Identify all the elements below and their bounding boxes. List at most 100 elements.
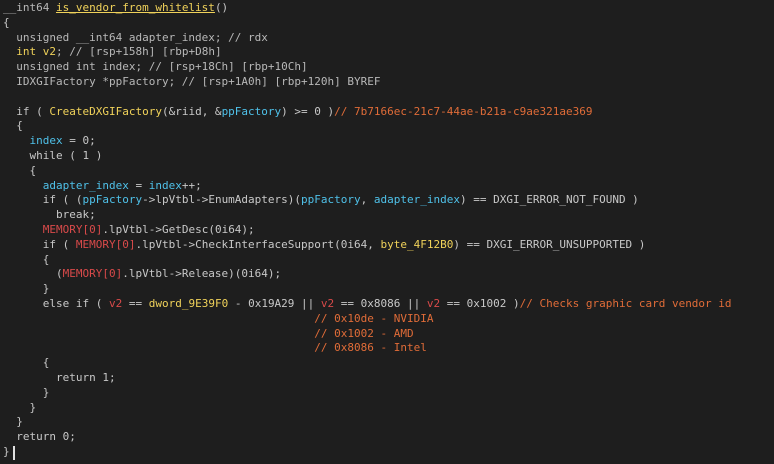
- code-token: adapter_index: [373, 193, 460, 207]
- code-token: int v2: [16, 45, 56, 59]
- code-token: IDXGIFactory *ppFactory; // [rsp+1A0h] […: [3, 74, 381, 88]
- code-token: v2: [426, 296, 441, 310]
- code-token: == 0x8086 ||: [334, 296, 427, 310]
- code-token: }: [3, 385, 50, 399]
- text-cursor: [13, 446, 15, 460]
- code-line[interactable]: // 0x1002 - AMD: [0, 327, 774, 342]
- code-line[interactable]: {: [0, 16, 774, 31]
- code-token: ) >= 0 ): [281, 104, 335, 118]
- code-line[interactable]: }: [0, 282, 774, 297]
- code-line[interactable]: int v2; // [rsp+158h] [rbp+D8h]: [0, 45, 774, 60]
- code-token: {: [3, 15, 10, 29]
- code-token: {: [3, 252, 50, 266]
- code-token: =: [128, 178, 149, 192]
- code-line[interactable]: // 0x8086 - Intel: [0, 341, 774, 356]
- code-line[interactable]: }: [0, 445, 774, 460]
- code-line[interactable]: IDXGIFactory *ppFactory; // [rsp+1A0h] […: [0, 75, 774, 90]
- code-line[interactable]: if ( (ppFactory->lpVtbl->EnumAdapters)(p…: [0, 193, 774, 208]
- code-line[interactable]: if ( MEMORY[0].lpVtbl->CheckInterfaceSup…: [0, 238, 774, 253]
- code-token: {: [3, 163, 37, 177]
- code-token: if (: [3, 237, 76, 251]
- code-token: ->lpVtbl->EnumAdapters)(: [142, 193, 302, 207]
- code-token: }: [3, 282, 50, 296]
- code-token: return 0;: [3, 430, 76, 444]
- code-line[interactable]: return 1;: [0, 371, 774, 386]
- code-line[interactable]: {: [0, 119, 774, 134]
- code-token: ) == DXGI_ERROR_UNSUPPORTED ): [453, 237, 646, 251]
- code-token: v2: [320, 296, 335, 310]
- pseudocode-view[interactable]: __int64 is_vendor_from_whitelist(){ unsi…: [0, 0, 774, 464]
- code-line[interactable]: __int64 is_vendor_from_whitelist(): [0, 1, 774, 16]
- code-token: if ( (: [3, 193, 83, 207]
- code-token: (&riid, &: [161, 104, 222, 118]
- code-token: .lpVtbl->CheckInterfaceSupport(0i64,: [135, 237, 381, 251]
- code-token: == 0x1002 ): [440, 296, 520, 310]
- code-token: }: [3, 444, 10, 458]
- code-token: if (: [3, 104, 50, 118]
- code-line[interactable]: break;: [0, 208, 774, 223]
- code-token: .lpVtbl->GetDesc(0i64);: [102, 222, 255, 236]
- code-token: {: [3, 119, 23, 133]
- code-line[interactable]: [0, 90, 774, 105]
- code-token: ; // [rsp+158h] [rbp+D8h]: [56, 45, 222, 59]
- code-token: unsigned __int64 adapter_index; // rdx: [3, 30, 268, 44]
- code-line[interactable]: MEMORY[0].lpVtbl->GetDesc(0i64);: [0, 223, 774, 238]
- code-token: byte_4F12B0: [380, 237, 454, 251]
- code-token: MEMORY[0]: [42, 222, 103, 236]
- code-token: while ( 1 ): [3, 148, 103, 162]
- code-line[interactable]: if ( CreateDXGIFactory(&riid, &ppFactory…: [0, 105, 774, 120]
- code-token: index: [148, 178, 182, 192]
- code-line[interactable]: while ( 1 ): [0, 149, 774, 164]
- code-token: }: [3, 400, 37, 414]
- code-token: MEMORY[0]: [75, 237, 136, 251]
- code-token: ppFactory: [301, 193, 361, 207]
- code-token: - 0x19A29 ||: [228, 296, 321, 310]
- code-line[interactable]: }: [0, 386, 774, 401]
- code-token: index: [29, 134, 63, 148]
- code-line[interactable]: adapter_index = index++;: [0, 179, 774, 194]
- code-token: = 0;: [62, 134, 96, 148]
- code-token: unsigned int index; // [rsp+18Ch] [rbp+1…: [3, 60, 308, 74]
- code-line[interactable]: else if ( v2 == dword_9E39F0 - 0x19A29 |…: [0, 297, 774, 312]
- code-line[interactable]: }: [0, 415, 774, 430]
- code-token: // 0x8086 - Intel: [3, 341, 427, 355]
- code-line[interactable]: index = 0;: [0, 134, 774, 149]
- code-token: {: [3, 356, 50, 370]
- code-token: // 0x10de - NVIDIA: [3, 311, 434, 325]
- code-token: ++;: [181, 178, 202, 192]
- code-token: return 1;: [3, 370, 116, 384]
- code-line[interactable]: // 0x10de - NVIDIA: [0, 312, 774, 327]
- code-line[interactable]: }: [0, 401, 774, 416]
- code-line[interactable]: return 0;: [0, 430, 774, 445]
- code-token: CreateDXGIFactory: [49, 104, 162, 118]
- code-token: else if (: [3, 296, 109, 310]
- code-token: ppFactory: [221, 104, 282, 118]
- code-line[interactable]: (MEMORY[0].lpVtbl->Release)(0i64);: [0, 267, 774, 282]
- code-token: break;: [3, 208, 96, 222]
- code-token: is_vendor_from_whitelist: [55, 1, 215, 14]
- code-token: (: [3, 267, 63, 281]
- code-token: ) == DXGI_ERROR_NOT_FOUND ): [460, 193, 639, 207]
- code-line[interactable]: {: [0, 164, 774, 179]
- code-token: ==: [122, 296, 149, 310]
- code-token: dword_9E39F0: [148, 296, 229, 310]
- code-token: // 7b7166ec-21c7-44ae-b21a-c9ae321ae369: [334, 104, 593, 118]
- code-token: (): [214, 1, 229, 14]
- code-token: // Checks graphic card vendor id: [519, 296, 732, 310]
- code-token: ,: [360, 193, 374, 207]
- code-token: // 0x1002 - AMD: [3, 326, 414, 340]
- code-token: }: [3, 415, 23, 429]
- code-line[interactable]: unsigned int index; // [rsp+18Ch] [rbp+1…: [0, 60, 774, 75]
- code-token: __int64: [3, 1, 56, 14]
- code-token: adapter_index: [42, 178, 129, 192]
- code-token: .lpVtbl->Release)(0i64);: [122, 267, 282, 281]
- code-token: ppFactory: [82, 193, 143, 207]
- code-line[interactable]: {: [0, 356, 774, 371]
- code-line[interactable]: unsigned __int64 adapter_index; // rdx: [0, 31, 774, 46]
- code-token: v2: [108, 296, 123, 310]
- code-line[interactable]: {: [0, 253, 774, 268]
- code-token: MEMORY[0]: [62, 267, 123, 281]
